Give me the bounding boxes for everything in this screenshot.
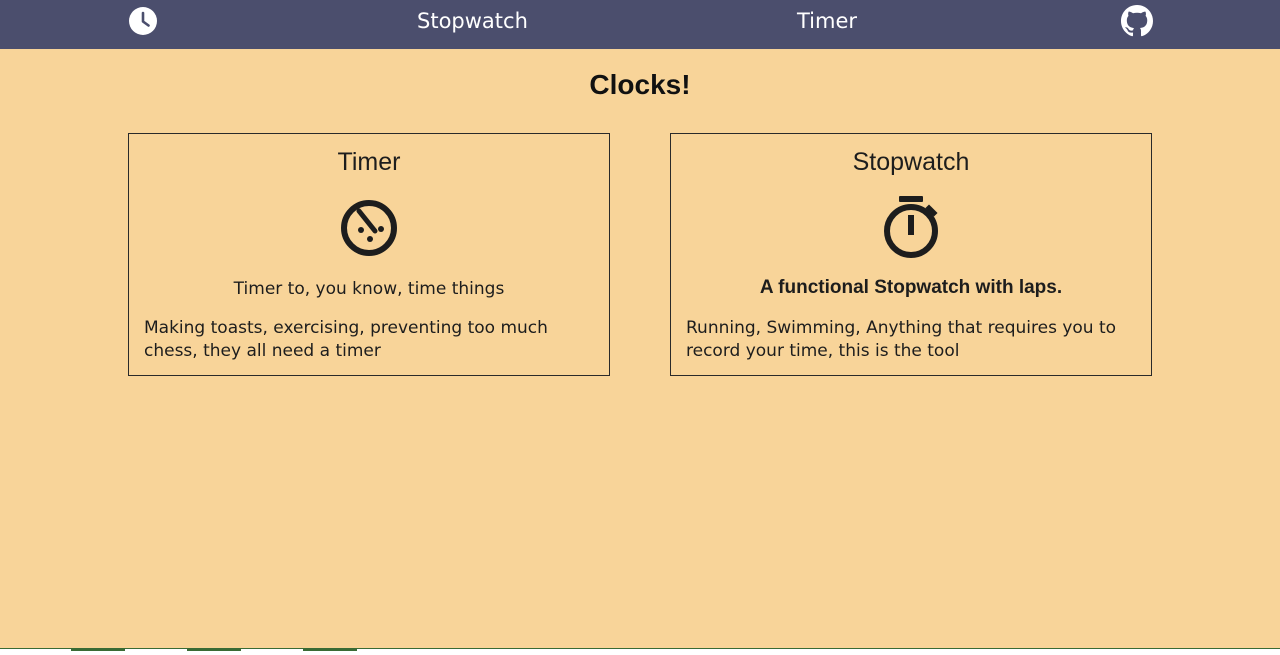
nav-link-timer[interactable]: Timer: [797, 9, 857, 33]
navbar: Stopwatch Timer: [0, 0, 1280, 49]
timer-card[interactable]: Timer Timer to, you know, time things Ma…: [128, 133, 610, 376]
stopwatch-icon: [884, 196, 938, 258]
strip-tab: [187, 649, 241, 651]
github-icon: [1121, 5, 1153, 37]
strip-tab: [71, 649, 125, 651]
card-description: Running, Swimming, Anything that require…: [686, 318, 1117, 361]
nav-link-stopwatch[interactable]: Stopwatch: [417, 9, 528, 33]
github-link[interactable]: [1121, 5, 1153, 37]
clock-icon: [129, 7, 157, 35]
card-subtitle: Timer to, you know, time things: [233, 279, 505, 299]
card-title: Timer: [337, 148, 401, 176]
page-title: Clocks!: [589, 69, 691, 100]
strip-tab: [303, 649, 357, 651]
home-link[interactable]: [128, 6, 158, 36]
stopwatch-card[interactable]: Stopwatch A functional Stopwatch with la…: [670, 133, 1152, 376]
bottom-strip: [0, 648, 1280, 655]
card-description: Making toasts, exercising, preventing to…: [144, 318, 548, 361]
timer-icon: [341, 200, 397, 256]
card-title: Stopwatch: [852, 148, 970, 176]
card-subtitle: A functional Stopwatch with laps.: [759, 277, 1063, 298]
